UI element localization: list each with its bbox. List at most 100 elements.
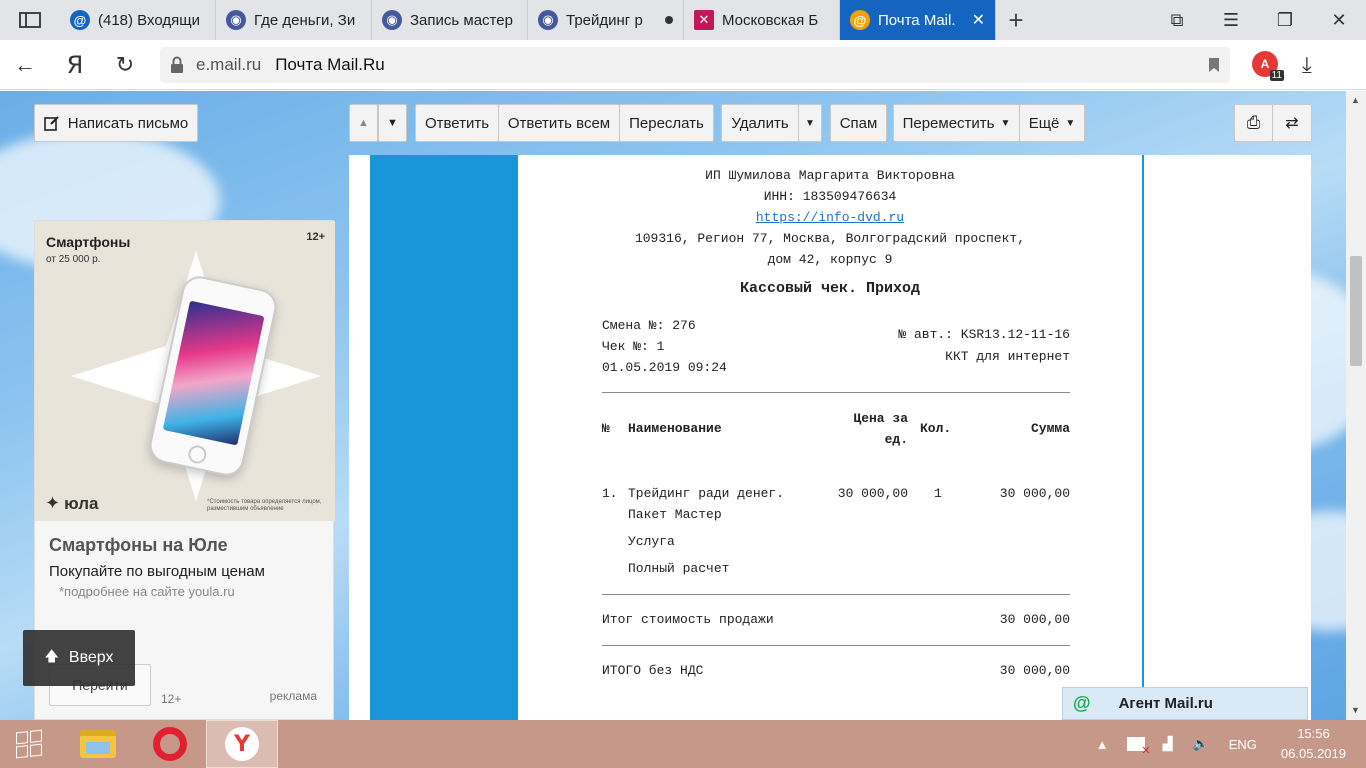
scrollbar-thumb[interactable]: [1350, 256, 1362, 366]
forward-button[interactable]: Переслать: [619, 104, 714, 142]
network-icon[interactable]: ▟: [1163, 736, 1173, 752]
url-page-title: Почта Mail.Ru: [275, 54, 385, 74]
collections-button[interactable]: ⧉: [1150, 0, 1204, 40]
receipt-divider: [602, 594, 1070, 595]
taskbar-explorer[interactable]: [62, 720, 134, 768]
ad-heading[interactable]: Смартфоны на Юле: [49, 535, 228, 556]
item-name-line1: Трейдинг ради денег.: [628, 486, 785, 501]
compose-label: Написать письмо: [67, 114, 189, 132]
new-tab-button[interactable]: +: [996, 0, 1036, 40]
message-body: ИП Шумилова Маргарита Викторовна ИНН: 18…: [349, 155, 1311, 720]
triangle-down-icon: ▼: [387, 117, 398, 129]
nds-value: 30 000,00: [999, 663, 1070, 678]
agent-at-icon: @: [1073, 693, 1091, 713]
tab-where-money[interactable]: ◉ Где деньги, Зи: [216, 0, 372, 40]
download-icon: ⤓: [1302, 51, 1312, 77]
sidebar-toggle-button[interactable]: [0, 0, 60, 40]
print-button[interactable]: ⎙: [1234, 104, 1273, 142]
delete-label: Удалить: [731, 114, 789, 132]
spam-label: Спам: [839, 114, 878, 132]
url-domain: e.mail.ru: [196, 54, 262, 74]
reply-button[interactable]: Ответить: [415, 104, 499, 142]
bookmark-icon[interactable]: [1208, 57, 1220, 73]
menu-button[interactable]: ☰: [1204, 0, 1258, 40]
move-button[interactable]: Переместить ▼: [893, 104, 1020, 142]
translate-button[interactable]: ⇄: [1272, 104, 1312, 142]
header-qty: Кол.: [920, 421, 952, 436]
owl-icon: ◉: [382, 10, 402, 30]
delete-dropdown-button[interactable]: ▼: [798, 104, 822, 142]
close-tab-icon[interactable]: ✕: [972, 10, 985, 30]
arrow-up-icon: 🡅: [44, 648, 59, 664]
close-window-button[interactable]: ✕: [1312, 0, 1366, 40]
downloads-button[interactable]: ⤓: [1302, 52, 1312, 78]
url-field[interactable]: e.mail.ru Почта Mail.Ru: [160, 46, 1230, 83]
item-payment: Полный расчет: [628, 561, 730, 576]
triangle-down-icon: ▼: [1065, 117, 1076, 129]
total-value: 30 000,00: [999, 612, 1070, 627]
sidebar-icon: [19, 12, 41, 28]
receipt-title: Кассовый чек. Приход: [739, 280, 921, 297]
start-button[interactable]: [0, 720, 58, 768]
taskbar-opera[interactable]: [134, 720, 206, 768]
owl-icon: ◉: [226, 10, 246, 30]
ad-image[interactable]: Смартфоны от 25 000 р. 12+ ✦ юла *Стоимос…: [35, 221, 335, 521]
receipt-address-line1: 109316, Регион 77, Москва, Волгоградский…: [634, 231, 1026, 246]
lock-icon: [171, 56, 183, 73]
tab-inbox[interactable]: @ (418) Входящи: [60, 0, 216, 40]
tab-title: Запись мастер: [410, 11, 513, 29]
scroll-up-arrow-icon[interactable]: ▲: [1351, 95, 1360, 105]
delete-button[interactable]: Удалить: [721, 104, 799, 142]
tray-overflow-icon[interactable]: ▲: [1096, 737, 1109, 752]
scroll-down-arrow-icon[interactable]: ▼: [1351, 705, 1360, 715]
tab-title: Трейдинг р: [566, 11, 643, 29]
triangle-down-icon: ▼: [805, 117, 815, 129]
translate-icon: ⇄: [1285, 115, 1299, 132]
restore-window-button[interactable]: ❐: [1258, 0, 1312, 40]
clock[interactable]: 15:56 06.05.2019: [1281, 724, 1346, 764]
volume-icon[interactable]: 🔈: [1193, 736, 1209, 752]
header-num: №: [602, 421, 610, 436]
ad-image-age: 12+: [306, 231, 325, 243]
previous-message-button[interactable]: ▲: [349, 104, 378, 142]
scroll-up-button[interactable]: 🡅 Вверх: [23, 630, 135, 686]
reload-icon: ↻: [115, 51, 135, 77]
receipt: ИП Шумилова Маргарита Викторовна ИНН: 18…: [518, 155, 1142, 720]
item-sum: 30 000,00: [999, 486, 1070, 501]
bookmark-collection-icon: ⧉: [1170, 9, 1184, 30]
receipt-seller: ИП Шумилова Маргарита Викторовна: [705, 168, 955, 183]
reload-button[interactable]: ↻: [100, 40, 150, 90]
spam-button[interactable]: Спам: [830, 104, 887, 142]
receipt-address-line2: дом 42, корпус 9: [767, 252, 893, 267]
taskbar-yandex-browser[interactable]: Y: [206, 720, 278, 768]
more-button[interactable]: Ещё ▼: [1019, 104, 1085, 142]
printer-icon: ⎙: [1246, 113, 1261, 132]
adblock-extension-button[interactable]: A 11: [1252, 50, 1284, 81]
compose-button[interactable]: Написать письмо: [34, 104, 198, 142]
item-type: Услуга: [628, 534, 675, 549]
reply-all-button[interactable]: Ответить всем: [498, 104, 620, 142]
youla-logo: ✦ юла: [45, 493, 98, 514]
unsaved-dot-icon: [665, 16, 673, 24]
receipt-check-number: Чек №: 1: [602, 339, 665, 354]
mail-agent-bar[interactable]: @ Агент Mail.ru: [1062, 687, 1308, 720]
plus-icon: +: [1008, 4, 1024, 35]
tab-mail-active[interactable]: @ Почта Mail. ✕: [840, 0, 996, 40]
arrow-left-icon: ←: [14, 51, 36, 77]
next-message-button[interactable]: ▼: [378, 104, 407, 142]
reply-all-label: Ответить всем: [507, 114, 611, 132]
receipt-site-link[interactable]: https://info-dvd.ru: [756, 210, 904, 225]
yandex-button[interactable]: Я: [50, 40, 100, 90]
tab-title: (418) Входящи: [98, 11, 200, 29]
extension-badge-count: 11: [1269, 69, 1284, 81]
tab-trading[interactable]: ◉ Трейдинг р: [528, 0, 684, 40]
action-center-flag-icon[interactable]: [1126, 737, 1151, 757]
receipt-auto-number: № авт.: KSR13.12-11-16: [898, 327, 1070, 342]
language-indicator[interactable]: ENG: [1229, 737, 1257, 752]
tab-moscow-exchange[interactable]: ✕ Московская Б: [684, 0, 840, 40]
ad-description: Покупайте по выгодным ценам: [49, 563, 265, 580]
tab-master-record[interactable]: ◉ Запись мастер: [372, 0, 528, 40]
back-button[interactable]: ←: [0, 40, 50, 90]
tab-title: Почта Mail.: [878, 11, 956, 29]
page-scrollbar[interactable]: ▲ ▼: [1346, 91, 1366, 720]
